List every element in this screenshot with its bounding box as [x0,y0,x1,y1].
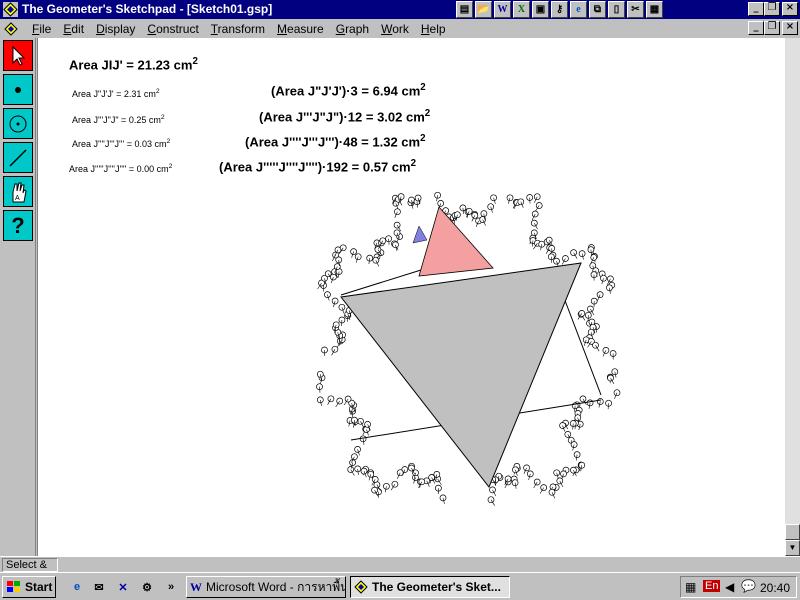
explorer-icon[interactable]: e [570,1,587,18]
folder-icon[interactable]: 📂 [475,1,492,18]
sketch-canvas[interactable]: Area JIJ' = 21.23 cm2 Area J"J'J' = 2.31… [37,38,785,556]
menu-transform[interactable]: Transform [205,22,271,36]
system-tray: ▦ En ◀ 💬 20:40 [680,576,797,598]
title-bar: The Geometer's Sketchpad - [Sketch01.gsp… [0,0,800,19]
menu-file[interactable]: File [26,22,57,36]
word-icon[interactable]: W [494,1,511,18]
tray-network-icon[interactable]: ▦ [685,580,696,594]
key-icon[interactable]: ⚷ [551,1,568,18]
excel-icon[interactable]: X [513,1,530,18]
clock: 20:40 [759,581,790,595]
koch-fractal-figure[interactable] [38,38,786,556]
doc-restore-icon[interactable]: ❐ [764,21,780,35]
segment-icon [9,148,27,167]
menu-help[interactable]: Help [415,22,452,36]
word-task-icon: W [190,579,202,594]
sketchpad-task-icon [354,580,368,594]
compass-tool[interactable] [3,108,33,139]
circle-compass-icon [9,115,27,132]
task-microsoft-word[interactable]: W Microsoft Word - การหาพื้น... [186,576,346,598]
svg-text:A: A [15,195,20,202]
computer-icon[interactable]: ▦ [646,1,663,18]
network-icon[interactable]: ⧉ [589,1,606,18]
start-label: Start [25,580,53,594]
outlook-quicklaunch-icon[interactable]: ✉ [90,578,108,596]
status-text: Select & [2,558,58,572]
point-icon [15,86,21,93]
titlebar-quick-launch: ▤ 📂 W X ▣ ⚷ e ⧉ ▯ ✂ ▦ [456,1,663,18]
scrollbar-thumb[interactable] [785,524,800,540]
ie-quicklaunch-icon[interactable]: e [68,578,86,596]
selection-arrow-tool[interactable] [3,40,33,71]
scroll-down-icon[interactable]: ▼ [785,540,800,556]
document-icon[interactable]: ▯ [608,1,625,18]
task-label: The Geometer's Sket... [372,580,501,594]
start-button[interactable]: Start [2,576,56,598]
monitor-icon[interactable]: ▣ [532,1,549,18]
document-control-icon[interactable] [4,21,18,36]
notepad-icon[interactable]: ▤ [456,1,473,18]
menu-graph[interactable]: Graph [330,22,375,36]
main-gray-triangle[interactable] [340,262,582,488]
tool-palette: A ? [0,38,36,556]
restore-icon[interactable]: ❐ [764,2,780,16]
sketchpad-app-icon[interactable] [3,2,18,17]
menu-construct[interactable]: Construct [141,22,204,36]
hand-text-icon: A [12,182,27,202]
menu-edit[interactable]: Edit [57,22,90,36]
minimize-icon[interactable]: _ [748,2,764,16]
blue-sub-triangle[interactable] [412,225,428,244]
tray-chat-icon[interactable]: 💬 [741,579,756,593]
menu-display[interactable]: Display [90,22,141,36]
close-icon[interactable]: × [782,2,798,16]
doc-minimize-icon[interactable]: _ [748,21,764,35]
document-window-controls: _ ❐ × [748,21,800,35]
menu-measure[interactable]: Measure [271,22,330,36]
question-mark-icon: ? [11,212,25,238]
straightedge-tool[interactable] [3,142,33,173]
more-quicklaunch-icon[interactable]: » [162,578,180,596]
taskbar: Start e ✉ ✕ ⚙ » W Microsoft Word - การหา… [0,572,800,600]
vertical-scrollbar[interactable]: ▼ [785,38,800,556]
menu-bar: File Edit Display Construct Transform Me… [0,19,800,38]
window-title: The Geometer's Sketchpad - [Sketch01.gsp… [22,2,273,16]
doc-close-icon[interactable]: × [782,21,798,35]
window-controls: _ ❐ × [748,2,798,16]
menu-work[interactable]: Work [375,22,415,36]
tool-quicklaunch-icon[interactable]: ✕ [114,578,132,596]
task-geometers-sketchpad[interactable]: The Geometer's Sket... [350,576,510,598]
sketch-quicklaunch-icon[interactable]: ⚙ [138,578,156,596]
tools-icon[interactable]: ✂ [627,1,644,18]
object-info-tool[interactable]: ? [3,210,33,241]
text-tool[interactable]: A [3,176,33,207]
windows-logo-icon [7,581,20,592]
point-tool[interactable] [3,74,33,105]
status-bar: Select & [0,556,800,572]
tray-language-indicator[interactable]: En [703,580,721,592]
task-label: Microsoft Word - การหาพื้น... [206,579,346,594]
arrow-pointer-icon [12,45,26,66]
tray-volume-icon[interactable]: ◀ [725,580,734,594]
